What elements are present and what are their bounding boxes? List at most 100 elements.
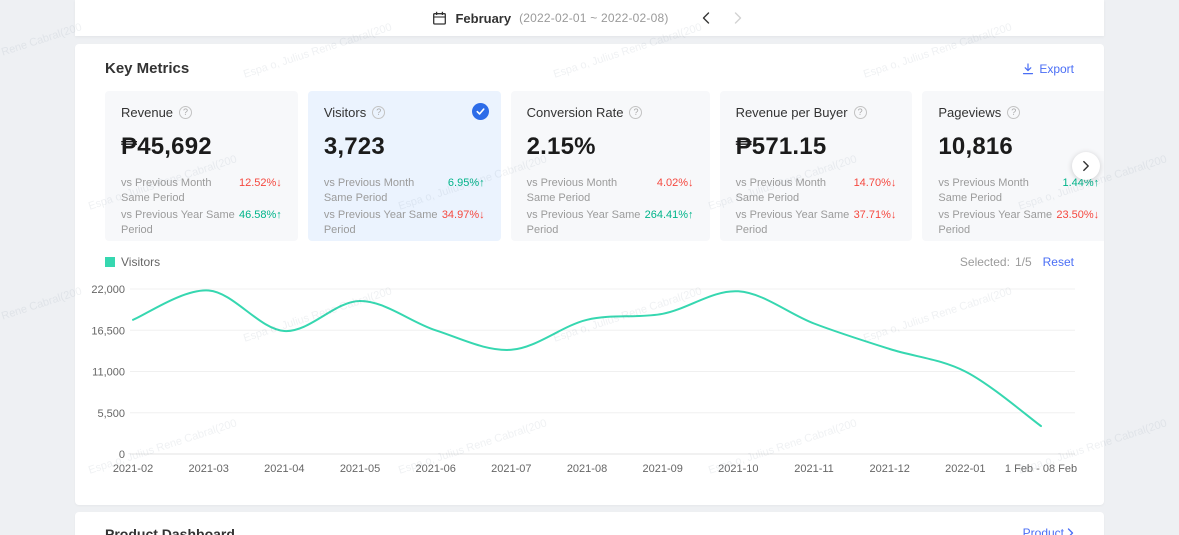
calendar-icon [432,11,447,26]
reset-button[interactable]: Reset [1043,255,1074,269]
chevron-right-icon [1067,528,1074,535]
next-period-button-disabled[interactable] [729,9,747,27]
x-tick-label: 2021-06 [415,463,455,475]
card-value: ₱571.15 [735,133,827,160]
comparison-label: vs Previous Month Same Period [323,177,415,204]
selection-counter: Selected: 1/5 Reset [960,255,1074,269]
metric-card-visitors[interactable]: Visitors 3,723 vs Previous Month Same Pe… [307,91,501,241]
x-tick-label: 2021-08 [567,463,607,475]
x-tick-label: 2021-10 [718,463,758,475]
chart-header: Visitors Selected: 1/5 Reset [105,255,1074,269]
card-value: ₱45,692 [121,133,212,160]
comparison-label: vs Previous Month Same Period [938,177,1029,204]
next-cards-button[interactable] [1072,152,1100,180]
comparison-label: vs Previous Month Same Period [121,177,212,204]
y-tick-label: 5,500 [97,408,125,420]
comparison-row: vs Previous Month Same Period 1.44%↑ [938,176,1099,206]
x-tick-label: 2021-04 [264,463,304,475]
card-title: Revenue per Buyer [736,105,897,120]
comparison-row: vs Previous Month Same Period 4.02%↓ [527,176,694,206]
analytics-dashboard: February (2022-02-01 ~ 2022-02-08) Key M… [0,0,1179,535]
comparison-label: vs Previous Year Same Period [526,209,641,236]
comparison-row: vs Previous Year Same Period 46.58%↑ [121,208,282,238]
card-value: 2.15% [526,133,596,160]
product-link[interactable]: Product [1023,526,1074,535]
chevron-left-icon [702,12,709,24]
watermark-text: Espa o, Julius Rene Cabral(200 [0,285,84,344]
comparison-value: 34.97%↓ [441,209,485,221]
x-tick-label: 2021-03 [188,463,228,475]
card-title: Visitors [324,105,485,120]
card-label: Revenue per Buyer [735,105,848,120]
x-tick-label: 2021-11 [794,463,834,475]
comparison-rows: vs Previous Month Same Period 1.44%↑ vs … [938,176,1099,238]
comparison-value: 46.58%↑ [239,209,282,221]
legend-item-visitors[interactable]: Visitors [105,255,160,269]
y-tick-label: 16,500 [91,325,125,337]
y-tick-label: 0 [119,449,125,461]
download-icon [1023,62,1034,74]
comparison-label: vs Previous Year Same Period [938,209,1053,236]
comparison-label: vs Previous Year Same Period [121,209,235,236]
selected-count: 1/5 [1014,255,1032,269]
help-icon[interactable] [372,106,386,119]
selected-month: February [455,10,512,26]
chevron-right-icon [734,12,741,24]
x-tick-label: 2021-02 [113,463,153,475]
card-title: Pageviews [938,105,1099,120]
x-tick-label: 2021-09 [642,463,682,475]
watermark-text: Espa o, Julius Rene Cabral(200 [0,21,84,80]
metric-card-revenue-per-buyer[interactable]: Revenue per Buyer ₱571.15 vs Previous Mo… [719,91,913,241]
comparison-row: vs Previous Month Same Period 12.52%↓ [121,176,282,206]
comparison-rows: vs Previous Month Same Period 4.02%↓ vs … [527,176,694,238]
card-title: Conversion Rate [527,105,694,120]
comparison-value: 264.41%↑ [644,209,694,221]
comparison-value: 4.02%↓ [656,177,694,189]
product-link-label: Product [1022,526,1064,535]
key-metrics-title: Key Metrics [105,60,190,77]
previous-period-button[interactable] [697,9,715,27]
legend-label: Visitors [121,255,161,269]
metric-card-conversion-rate[interactable]: Conversion Rate 2.15% vs Previous Month … [510,91,710,241]
comparison-rows: vs Previous Month Same Period 14.70%↓ vs… [736,176,897,238]
card-label: Revenue [121,105,174,120]
metric-card-revenue[interactable]: Revenue ₱45,692 vs Previous Month Same P… [105,91,298,241]
chevron-right-icon [1083,160,1089,172]
help-icon[interactable] [853,106,867,119]
metric-cards-row: Revenue ₱45,692 vs Previous Month Same P… [105,91,1104,241]
comparison-rows: vs Previous Month Same Period 12.52%↓ vs… [121,176,282,238]
help-icon[interactable] [629,106,643,119]
card-value: 3,723 [323,133,385,160]
period-nav [697,9,747,27]
selected-date-range: (2022-02-01 ~ 2022-02-08) [519,11,669,25]
key-metrics-panel: Key Metrics Export Revenue ₱45,692 [75,44,1104,505]
comparison-row: vs Previous Month Same Period 6.95%↑ [324,176,485,206]
visitors-chart[interactable]: 0 5,500 11,000 16,500 22,000 2021-02 2021-03 20… [85,279,1077,484]
comparison-value: 12.52%↓ [239,177,282,189]
card-label: Conversion Rate [526,105,624,120]
x-tick-label: 1 Feb - 08 Feb [1005,463,1077,475]
export-button[interactable]: Export [1022,62,1074,76]
visitors-line-series [132,289,1042,428]
metric-cards-carousel: Revenue ₱45,692 vs Previous Month Same P… [105,91,1104,241]
comparison-value: 23.50%↓ [1056,209,1100,221]
comparison-label: vs Previous Month Same Period [526,177,618,204]
x-tick-label: 2022-01 [945,463,985,475]
selected-label: Selected: [959,255,1010,269]
help-icon[interactable] [179,106,193,119]
date-picker[interactable]: February (2022-02-01 ~ 2022-02-08) [432,11,668,26]
comparison-label: vs Previous Year Same Period [735,209,850,236]
comparison-value: 37.71%↓ [853,209,897,221]
comparison-value: 14.70%↓ [853,177,897,189]
legend-swatch [105,257,115,267]
export-label: Export [1039,61,1074,76]
help-icon[interactable] [1007,106,1021,119]
x-tick-label: 2021-12 [869,463,909,475]
x-tick-label: 2021-05 [340,463,380,475]
comparison-row: vs Previous Month Same Period 14.70%↓ [736,176,897,206]
product-dashboard-panel: Product Dashboard Product [75,512,1104,535]
selected-check-icon [471,103,489,120]
product-dashboard-title: Product Dashboard [105,526,235,535]
date-filter-bar: February (2022-02-01 ~ 2022-02-08) [75,0,1104,36]
y-tick-label: 22,000 [91,284,125,296]
